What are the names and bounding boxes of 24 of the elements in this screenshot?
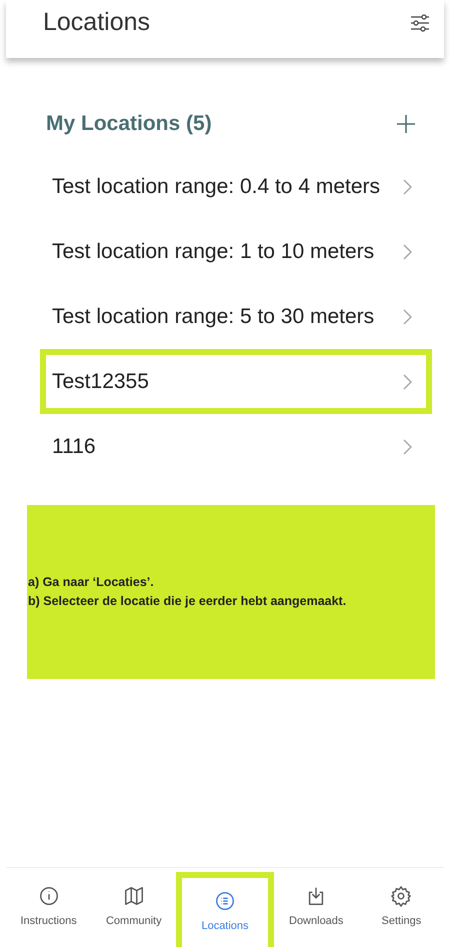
add-icon[interactable] — [396, 114, 416, 134]
instruction-text: a) Ga naar ‘Locaties’. b) Selecteer de locatie die je eerder hebt aangemaakt. — [27, 574, 348, 610]
chevron-right-icon — [403, 178, 412, 194]
chevron-right-icon — [403, 308, 412, 324]
location-row[interactable]: Test12355 — [40, 349, 432, 414]
info-icon — [38, 885, 60, 908]
nav-tab[interactable]: Community — [91, 868, 176, 947]
settings-icon — [390, 885, 412, 908]
nav-tab[interactable]: Instructions — [6, 868, 92, 947]
chevron-right-icon — [403, 244, 412, 260]
map-icon — [122, 885, 145, 908]
nav-tab[interactable]: Settings — [358, 868, 444, 947]
location-row[interactable]: Test location range: 1 to 10 meters — [40, 219, 432, 284]
location-row[interactable]: 1116 — [40, 414, 432, 479]
list-icon — [214, 890, 236, 912]
section-heading: My Locations (5) — [46, 111, 212, 138]
page-title: Locations — [43, 7, 150, 38]
nav-tab[interactable]: Downloads — [274, 868, 359, 947]
chevron-right-icon — [403, 438, 412, 454]
nav-tab[interactable]: Locations — [176, 872, 274, 947]
filter-settings-icon[interactable] — [410, 14, 430, 32]
location-row[interactable]: Test location range: 0.4 to 4 meters — [40, 154, 432, 219]
location-row[interactable]: Test location range: 5 to 30 meters — [40, 284, 432, 349]
chevron-right-icon — [403, 374, 412, 390]
